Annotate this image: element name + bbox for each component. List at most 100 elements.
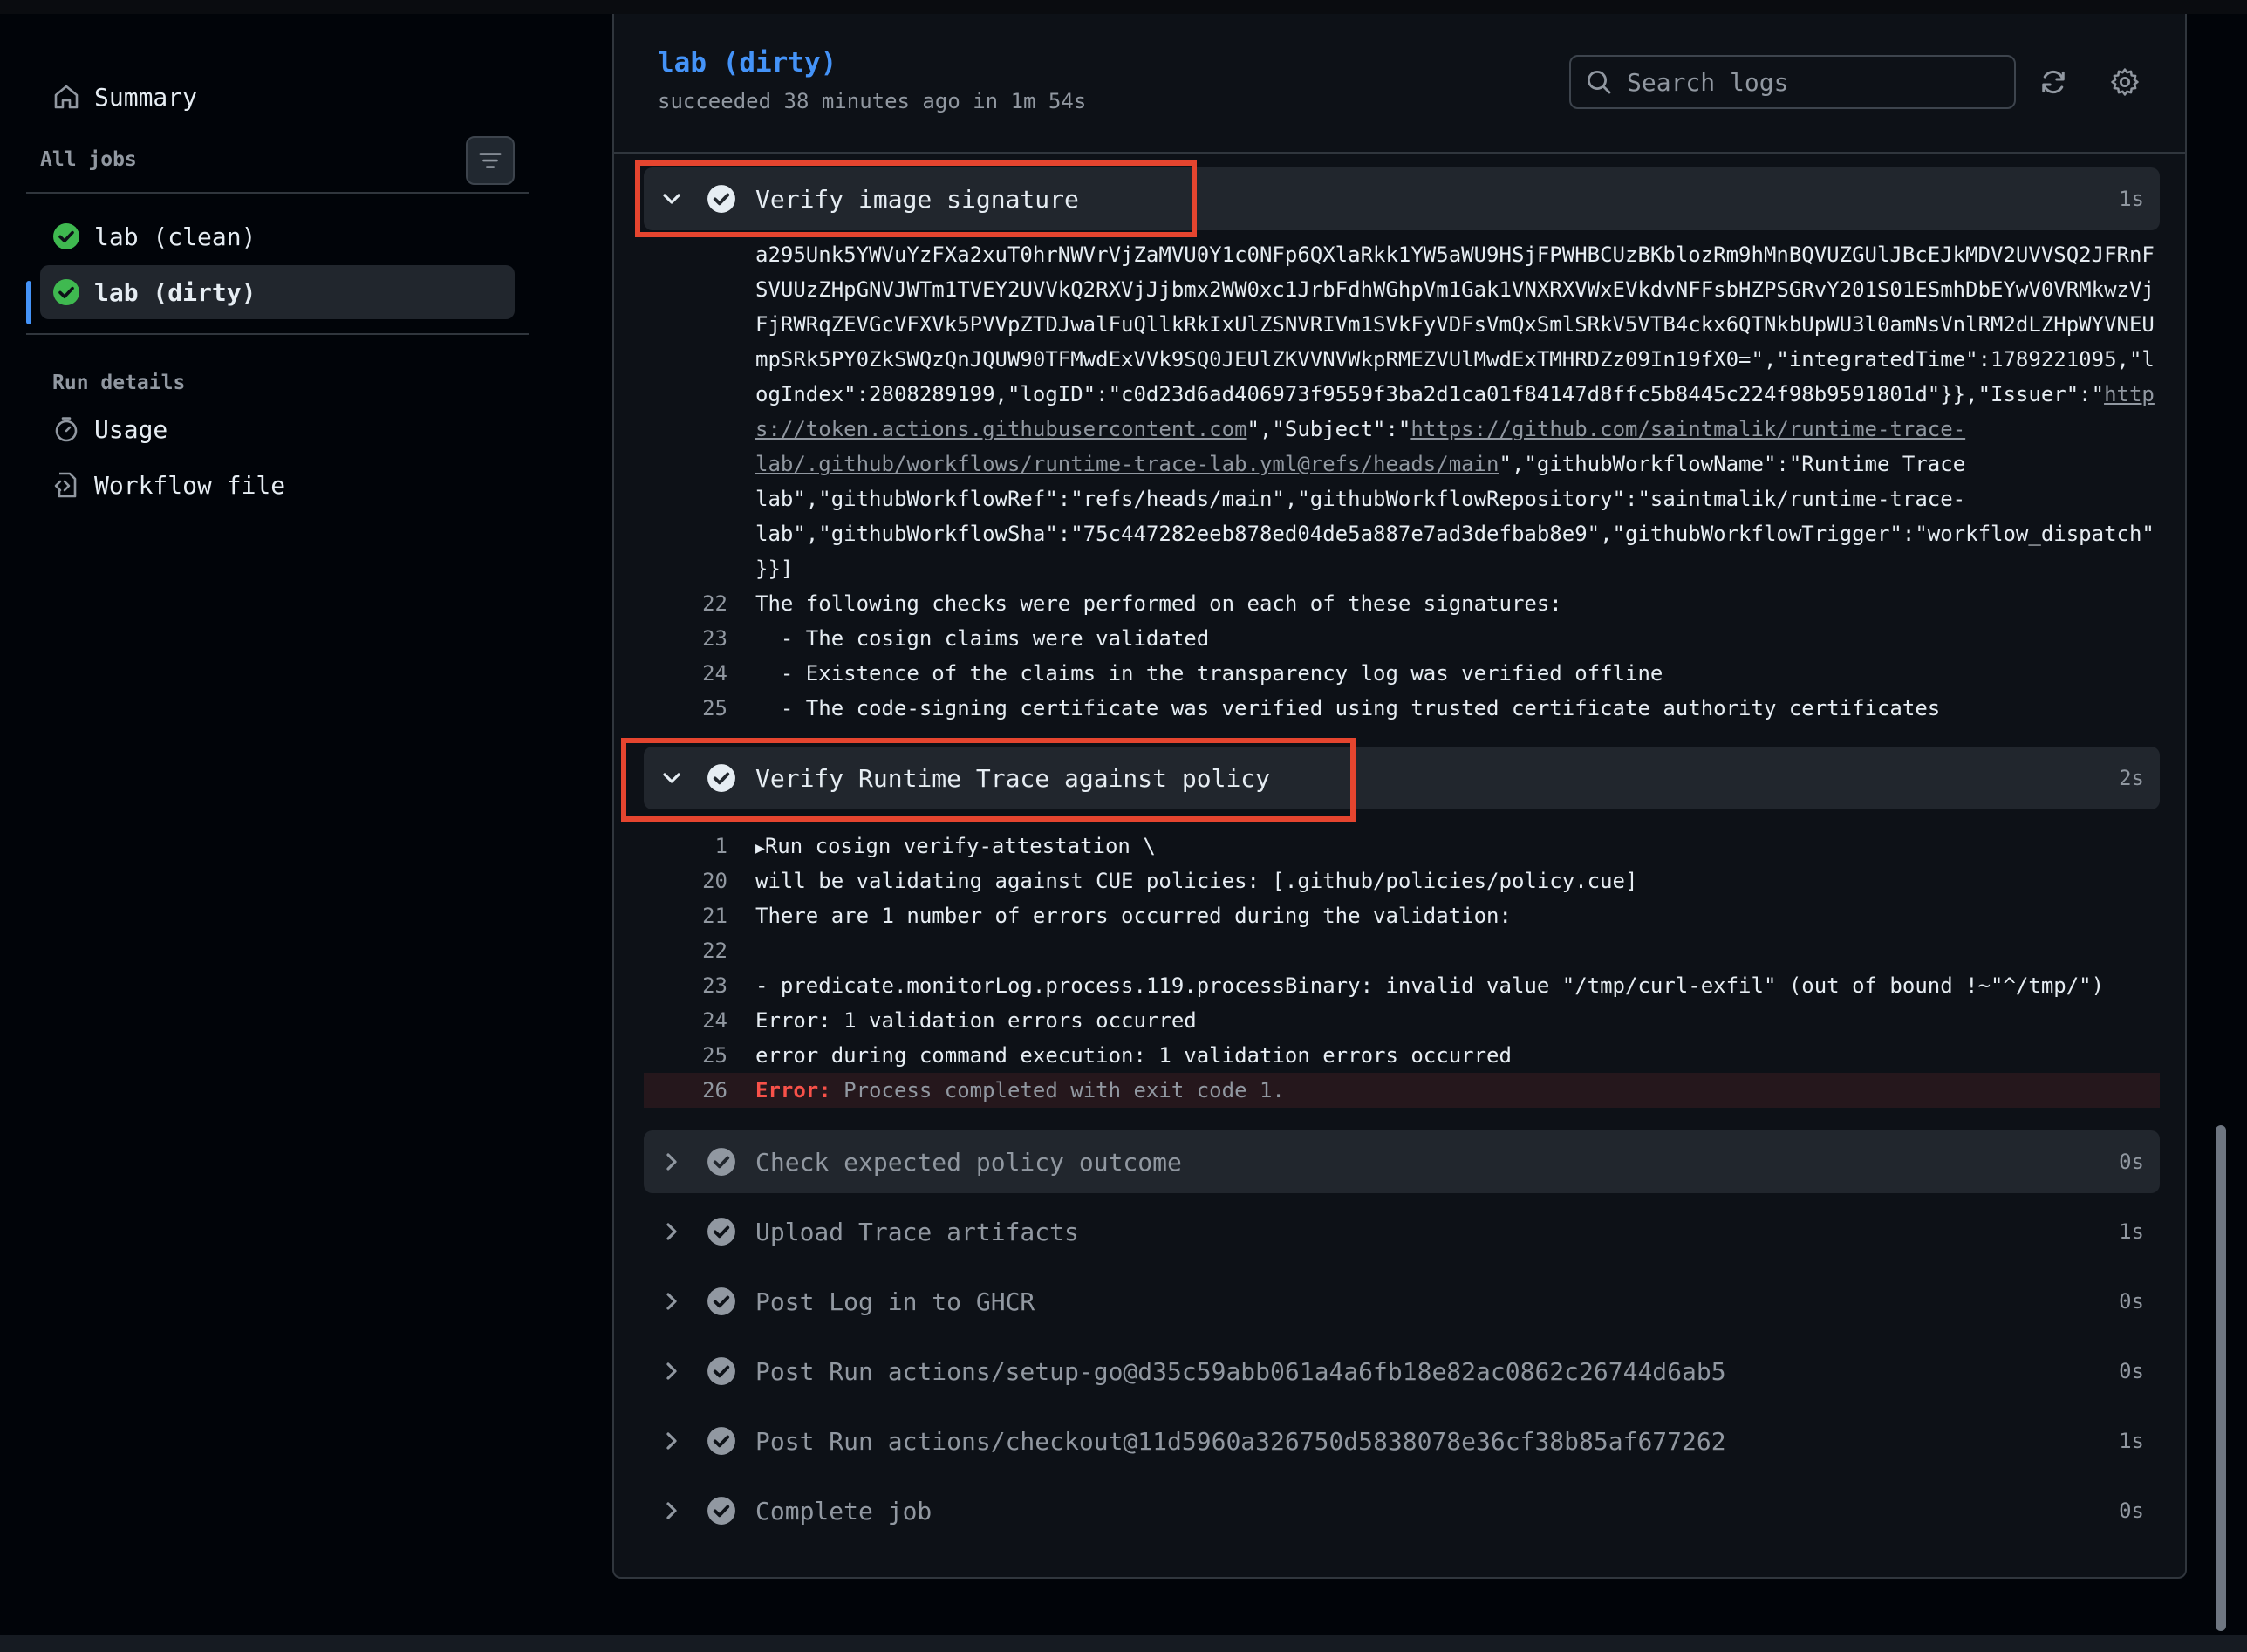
step-duration: 1s — [2119, 1219, 2144, 1244]
refresh-button[interactable] — [2034, 63, 2073, 101]
line-number[interactable]: 25 — [614, 696, 727, 720]
step-label: Complete job — [755, 1496, 932, 1526]
success-check-icon — [53, 279, 79, 305]
all-jobs-heading: All jobs — [40, 148, 137, 171]
settings-button[interactable] — [2106, 63, 2144, 101]
log-continuation: ogIndex":2808289199,"logID":"c0d23d6ad40… — [755, 377, 2155, 412]
log-continuation: FjRWRqZEVGcVFXVk5PVVpZTDJwalFuQllkRkIxUl… — [755, 312, 2155, 337]
sidebar-item-usage[interactable]: Usage — [52, 403, 167, 455]
issuer-link[interactable]: s://token.actions.githubusercontent.com — [755, 417, 1247, 441]
log-text: Run cosign verify-attestation \ — [764, 834, 1156, 858]
line-number[interactable]: 23 — [614, 973, 727, 998]
log-text: Error: 1 validation errors occurred — [755, 1008, 1197, 1033]
job-label: lab (dirty) — [94, 277, 256, 307]
log-continuation: a295Unk5YWVuYzFXa2xuT0hrNWVrVjZaMVU0Y1c0… — [755, 242, 2155, 267]
line-number[interactable]: 23 — [614, 626, 727, 651]
step-check-icon — [707, 1287, 735, 1315]
sidebar-item-workflow-file[interactable]: Workflow file — [52, 459, 285, 511]
subject-link[interactable]: https://github.com/saintmalik/runtime-tr… — [1410, 417, 1965, 441]
line-number[interactable]: 24 — [614, 1008, 727, 1033]
log-text: - The cosign claims were validated — [755, 626, 1210, 651]
chevron-right-icon — [666, 1502, 677, 1519]
job-title[interactable]: lab (dirty) — [658, 47, 837, 79]
error-text: Error: Process completed with exit code … — [755, 1078, 1285, 1102]
usage-label: Usage — [94, 414, 168, 444]
success-check-icon — [53, 223, 79, 249]
sidebar: Summary All jobs lab (clean) lab (dirty)… — [0, 14, 558, 1635]
chevron-right-icon — [666, 1223, 677, 1240]
log-continuation: lab","githubWorkflowSha":"75c447282eeb87… — [755, 522, 2155, 546]
search-logs-input[interactable] — [1627, 67, 1993, 97]
line-number[interactable]: 1 — [614, 834, 727, 858]
line-number[interactable]: 26 — [614, 1078, 727, 1102]
step-post-run-setup-go[interactable]: Post Run actions/setup-go@d35c59abb061a4… — [644, 1340, 2160, 1403]
sidebar-item-summary[interactable]: Summary — [52, 66, 197, 127]
log-text: - predicate.monitorLog.process.119.proce… — [755, 973, 2105, 998]
log-continuation: }}] — [755, 556, 794, 581]
step-post-run-checkout[interactable]: Post Run actions/checkout@11d5960a326750… — [644, 1410, 2160, 1472]
log-text: ","githubWorkflowName":"Runtime Trace — [1499, 452, 1966, 476]
log-continuation: lab/.github/workflows/runtime-trace-lab.… — [755, 447, 1965, 481]
step-check-icon — [707, 1218, 735, 1246]
chevron-right-icon — [666, 1432, 677, 1450]
filter-icon — [479, 153, 502, 168]
log-continuation: mpSRk5PY0ZkSWQzQnJQUW90TFMwdExVVk9SQ0JEU… — [755, 347, 2155, 372]
log-text: Process completed with exit code 1. — [830, 1078, 1285, 1102]
step-label: Post Log in to GHCR — [755, 1287, 1035, 1316]
job-status-subtitle: succeeded 38 minutes ago in 1m 54s — [658, 89, 1087, 113]
line-number[interactable]: 22 — [614, 939, 727, 963]
step-duration: 0s — [2119, 1150, 2144, 1174]
highlight-box — [635, 160, 1197, 237]
scrollbar-thumb[interactable] — [2216, 1125, 2226, 1631]
step-check-icon — [707, 1357, 735, 1385]
workflow-file-label: Workflow file — [94, 470, 286, 500]
run-details-heading: Run details — [52, 372, 186, 394]
step-upload-trace-artifacts[interactable]: Upload Trace artifacts 1s — [644, 1200, 2160, 1263]
step-check-icon — [707, 1427, 735, 1455]
search-logs-field[interactable] — [1569, 55, 2016, 109]
log-continuation: s://token.actions.githubusercontent.com"… — [755, 412, 1965, 447]
window-top-strip — [0, 0, 2247, 14]
line-number[interactable]: 21 — [614, 904, 727, 928]
subject-link[interactable]: lab/.github/workflows/runtime-trace-lab.… — [755, 452, 1499, 476]
sidebar-summary-label: Summary — [94, 82, 198, 112]
job-label: lab (clean) — [94, 222, 256, 251]
filter-jobs-button[interactable] — [466, 136, 515, 185]
search-icon — [1587, 70, 1611, 94]
line-number[interactable]: 25 — [614, 1043, 727, 1068]
log-continuation: lab","githubWorkflowRef":"refs/heads/mai… — [755, 487, 1966, 511]
file-code-icon — [54, 472, 77, 498]
step-label: Post Run actions/checkout@11d5960a326750… — [755, 1426, 1726, 1456]
log-continuation: SVUUzZHpGNVJWTm1TVEY2UVVkQ2RXVjJjbmx2WW0… — [755, 277, 2155, 302]
header-divider — [614, 152, 2185, 154]
line-number[interactable]: 24 — [614, 661, 727, 686]
log-text: error during command execution: 1 valida… — [755, 1043, 1512, 1068]
step-label: Check expected policy outcome — [755, 1147, 1182, 1177]
step-post-log-in-to-ghcr[interactable]: Post Log in to GHCR 0s — [644, 1270, 2160, 1333]
job-log-panel: lab (dirty) succeeded 38 minutes ago in … — [612, 14, 2187, 1579]
log-text: - The code-signing certificate was verif… — [755, 696, 1941, 720]
log-text: will be validating against CUE policies:… — [755, 869, 1638, 893]
step-duration: 0s — [2119, 1359, 2144, 1383]
sidebar-job-lab-dirty[interactable]: lab (dirty) — [40, 265, 515, 319]
step-complete-job[interactable]: Complete job 0s — [644, 1479, 2160, 1542]
issuer-link[interactable]: http — [2104, 382, 2155, 406]
step-check-expected-policy-outcome[interactable]: Check expected policy outcome 0s — [644, 1130, 2160, 1193]
expand-triangle-icon[interactable]: ▶ — [755, 839, 765, 857]
home-icon — [54, 85, 79, 109]
sidebar-job-lab-clean[interactable]: lab (clean) — [40, 209, 515, 263]
step-duration: 1s — [2119, 187, 2144, 211]
step-check-icon — [707, 1497, 735, 1525]
log-group-row: ▶Run cosign verify-attestation \ — [755, 834, 1156, 858]
error-label: Error: — [755, 1078, 831, 1102]
step-label: Post Run actions/setup-go@d35c59abb061a4… — [755, 1356, 1726, 1386]
step-label: Upload Trace artifacts — [755, 1217, 1079, 1246]
step-duration: 0s — [2119, 1289, 2144, 1314]
line-number[interactable]: 20 — [614, 869, 727, 893]
line-number[interactable]: 22 — [614, 591, 727, 616]
step-duration: 2s — [2119, 766, 2144, 790]
step-duration: 0s — [2119, 1498, 2144, 1523]
log-text: ogIndex":2808289199,"logID":"c0d23d6ad40… — [755, 382, 2105, 406]
log-text: The following checks were performed on e… — [755, 591, 1562, 616]
log-text: - Existence of the claims in the transpa… — [755, 661, 1663, 686]
